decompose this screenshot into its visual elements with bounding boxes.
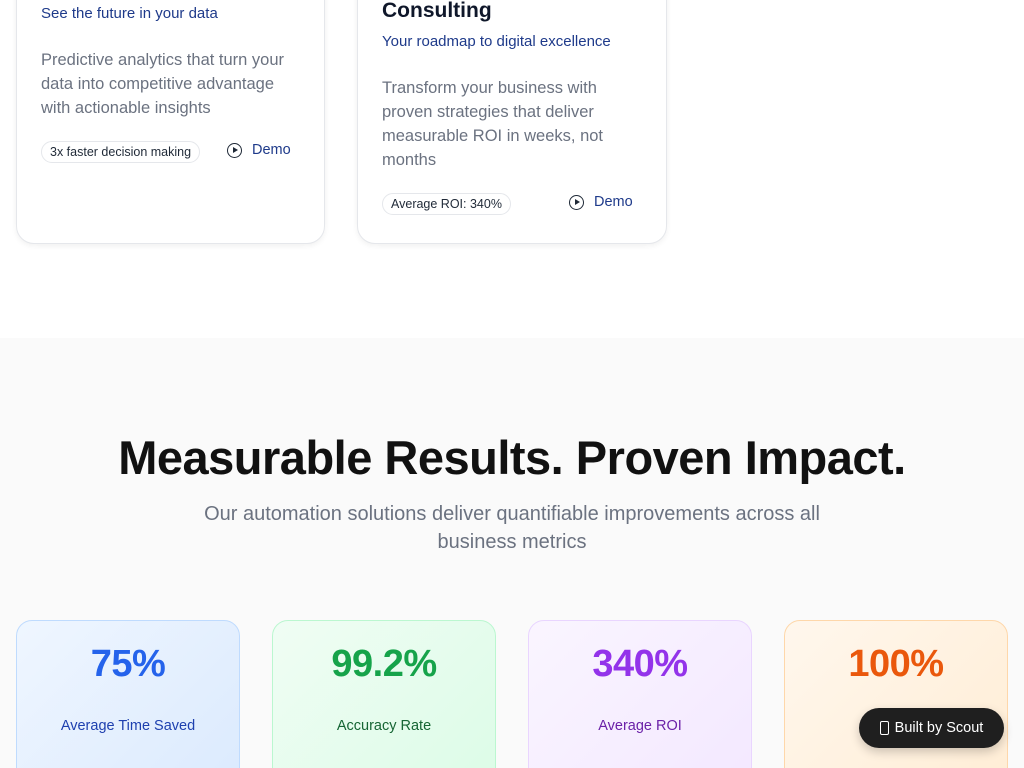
play-circle-icon (569, 194, 584, 210)
stat-pill: Average ROI: 340% (382, 193, 511, 215)
demo-label: Demo (594, 194, 633, 210)
stat-pill: 3x faster decision making (41, 141, 201, 163)
section-subtitle: Our automation solutions deliver quantif… (204, 503, 820, 553)
badge-label: Built by Scout (894, 720, 984, 736)
metric-value: 99.2% (331, 643, 437, 685)
results-section: Measurable Results. Proven Impact. Our a… (0, 338, 1024, 768)
metric-label: Average ROI (598, 718, 682, 734)
card-subtitle: Your roadmap to digital excellence (382, 33, 611, 50)
demo-label: Demo (252, 142, 291, 158)
metric-card-roi: 340% Average ROI (528, 620, 752, 768)
service-card-predictive: See the future in your data Predictive a… (16, 0, 325, 244)
demo-button[interactable]: Demo (569, 194, 633, 210)
metric-card-time-saved: 75% Average Time Saved (16, 620, 240, 768)
metric-value: 75% (90, 643, 166, 685)
section-title: Measurable Results. Proven Impact. (118, 431, 906, 484)
card-description: Predictive analytics that turn your data… (41, 51, 285, 117)
built-by-badge[interactable]: Built by Scout (859, 708, 1004, 748)
metric-card-accuracy: 99.2% Accuracy Rate (272, 620, 496, 768)
metric-label: Accuracy Rate (336, 718, 432, 734)
card-title: Consulting (382, 0, 492, 22)
demo-button[interactable]: Demo (227, 142, 291, 158)
play-circle-icon (227, 142, 242, 158)
metric-label: Average Time Saved (60, 718, 196, 734)
service-card-consulting: Consulting Your roadmap to digital excel… (357, 0, 667, 244)
card-description: Transform your business with proven stra… (382, 79, 604, 169)
metric-value: 100% (848, 643, 944, 685)
document-icon (879, 721, 889, 735)
metric-value: 340% (592, 643, 688, 685)
card-subtitle: See the future in your data (41, 5, 218, 22)
